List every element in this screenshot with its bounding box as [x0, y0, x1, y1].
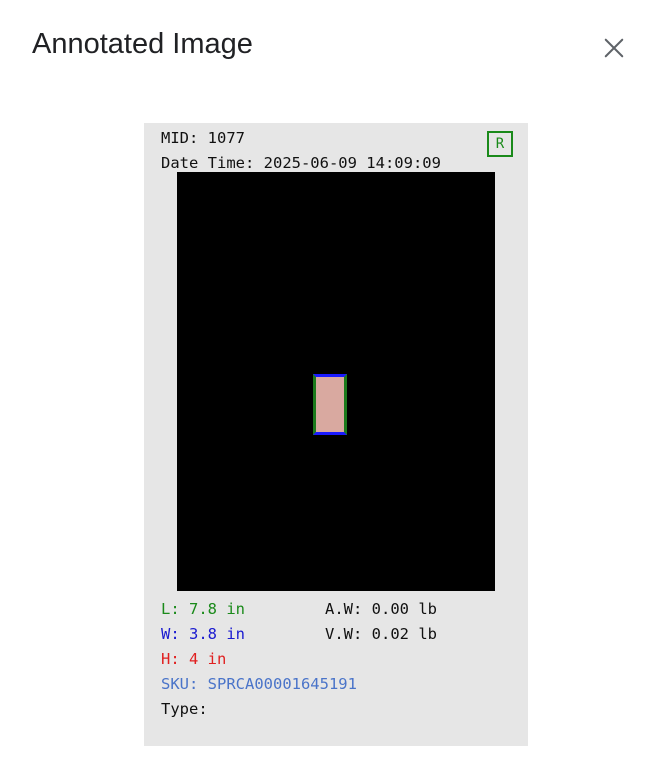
sku-value: SKU: SPRCA00001645191 [161, 675, 357, 693]
dialog-title: Annotated Image [32, 28, 253, 60]
close-button[interactable] [596, 30, 632, 66]
height-value: H: 4 in [161, 650, 227, 668]
actual-weight-value: A.W: 0.00 lb [325, 600, 437, 618]
camera-view [177, 172, 495, 591]
close-icon [604, 38, 624, 58]
length-value: L: 7.8 in [161, 600, 245, 618]
width-value: W: 3.8 in [161, 625, 245, 643]
r-badge: R [487, 131, 513, 157]
volumetric-weight-value: V.W: 0.02 lb [325, 625, 437, 643]
annotated-image: MID: 1077 Date Time: 2025-06-09 14:09:09… [144, 123, 528, 746]
machine-id: MID: 1077 [161, 129, 245, 147]
type-value: Type: [161, 700, 208, 718]
detected-package-box [313, 374, 347, 435]
capture-datetime: Date Time: 2025-06-09 14:09:09 [161, 154, 441, 172]
